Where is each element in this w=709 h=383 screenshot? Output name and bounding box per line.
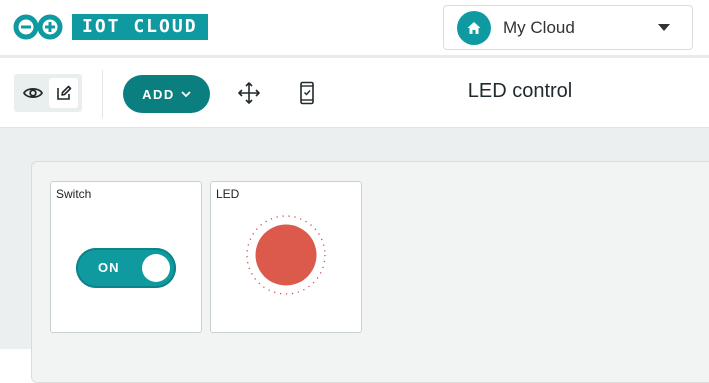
on-off-switch[interactable]: ON <box>76 248 176 288</box>
pencil-icon <box>56 85 71 100</box>
home-icon <box>457 10 491 45</box>
switch-state-label: ON <box>98 260 120 275</box>
chevron-down-icon <box>181 90 191 97</box>
add-button-label: ADD <box>142 86 175 102</box>
led-indicator <box>245 214 327 296</box>
widget-title: Switch <box>56 187 92 201</box>
led-light-icon <box>246 215 326 295</box>
eye-icon <box>23 87 43 99</box>
led-widget[interactable]: LED <box>210 181 362 333</box>
move-arrows-icon <box>238 82 260 104</box>
iot-cloud-logo[interactable]: IOT CLOUD <box>12 13 208 41</box>
mobile-view-button[interactable] <box>294 80 320 106</box>
switch-knob <box>142 254 170 282</box>
cloud-selector-label: My Cloud <box>503 17 575 37</box>
arrange-widgets-button[interactable] <box>236 80 262 106</box>
view-mode-button[interactable] <box>18 78 48 108</box>
logo-text: IOT CLOUD <box>72 14 208 40</box>
dashboard-title: LED control <box>467 80 573 102</box>
dashboard-canvas: Switch ON LED <box>0 128 709 383</box>
view-edit-toggle <box>14 74 82 112</box>
switch-widget[interactable]: Switch ON <box>50 181 202 333</box>
chevron-down-icon <box>658 24 670 31</box>
toolbar-divider <box>102 70 103 118</box>
widget-title: LED <box>216 187 240 201</box>
dashboard-toolbar: ADD LED control <box>0 58 709 128</box>
cloud-selector[interactable]: My Cloud <box>443 5 693 50</box>
mobile-phone-icon <box>300 81 314 105</box>
arduino-infinity-icon <box>13 14 63 40</box>
add-widget-button[interactable]: ADD <box>123 75 210 113</box>
edit-mode-button[interactable] <box>49 78 78 108</box>
app-header: IOT CLOUD My Cloud <box>0 0 709 58</box>
